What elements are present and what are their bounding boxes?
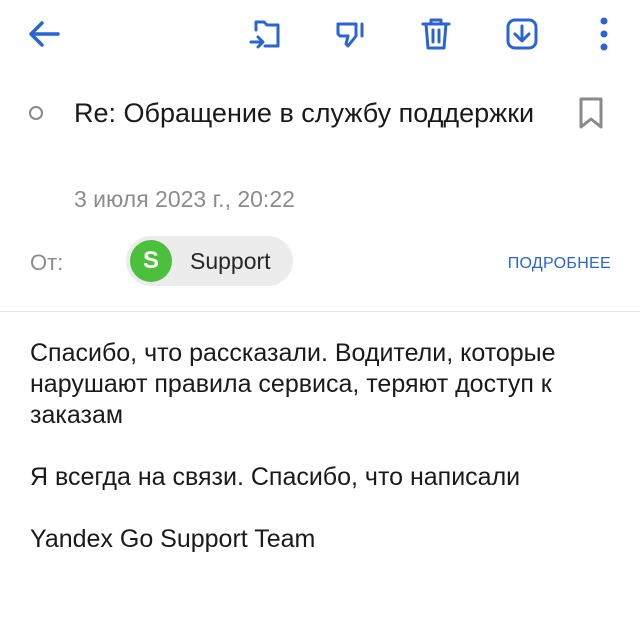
sender-chip[interactable]: S Support bbox=[126, 236, 293, 286]
details-link[interactable]: ПОДРОБНЕЕ bbox=[508, 255, 611, 273]
delete-button[interactable] bbox=[412, 10, 460, 58]
bookmark-icon bbox=[579, 97, 603, 129]
from-label: От: bbox=[30, 250, 64, 275]
email-signature: Yandex Go Support Team bbox=[30, 525, 316, 553]
unread-indicator-icon[interactable] bbox=[29, 106, 43, 120]
move-to-folder-button[interactable] bbox=[242, 10, 290, 58]
bookmark-button[interactable] bbox=[578, 96, 604, 130]
not-spam-button[interactable] bbox=[327, 10, 375, 58]
sender-name: Support bbox=[190, 247, 271, 274]
back-arrow-icon bbox=[29, 21, 60, 47]
email-body: Спасибо, что рассказали. Водители, котор… bbox=[30, 338, 620, 586]
download-button[interactable] bbox=[498, 10, 546, 58]
header-divider bbox=[0, 311, 640, 312]
email-view-screen: Re: Обращение в службу поддержки 3 июля … bbox=[0, 0, 640, 637]
avatar: S bbox=[130, 240, 172, 282]
body-paragraph: Спасибо, что рассказали. Водители, котор… bbox=[30, 339, 556, 429]
body-paragraph: Я всегда на связи. Спасибо, что написали bbox=[30, 463, 521, 491]
move-to-folder-icon bbox=[249, 20, 280, 49]
top-toolbar bbox=[0, 0, 640, 68]
trash-icon bbox=[421, 18, 451, 50]
download-icon bbox=[506, 18, 538, 50]
email-subject: Re: Обращение в службу поддержки bbox=[74, 98, 535, 128]
email-date: 3 июля 2023 г., 20:22 bbox=[74, 186, 295, 212]
more-options-button[interactable] bbox=[580, 10, 628, 58]
not-spam-icon bbox=[336, 22, 364, 48]
back-button[interactable] bbox=[20, 10, 68, 58]
more-vertical-icon bbox=[600, 17, 608, 51]
